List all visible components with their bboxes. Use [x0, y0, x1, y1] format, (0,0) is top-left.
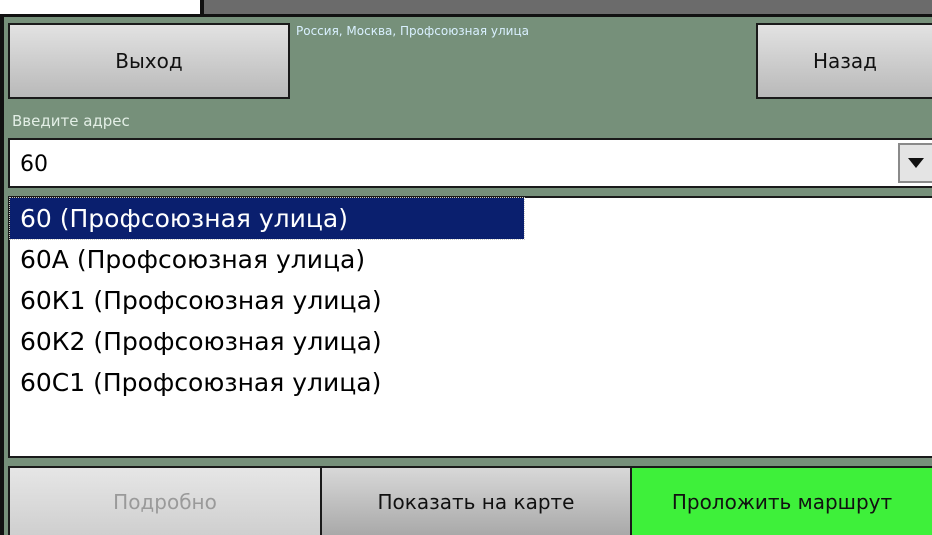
chevron-down-icon	[908, 158, 924, 168]
build-route-button[interactable]: Проложить маршрут	[630, 466, 932, 535]
list-item[interactable]: 60К1 (Профсоюзная улица)	[10, 280, 932, 321]
list-item[interactable]: 60С1 (Профсоюзная улица)	[10, 362, 932, 403]
current-location: Россия, Москва, Профсоюзная улица	[296, 24, 530, 38]
address-label: Введите адрес	[12, 112, 130, 130]
address-results-list[interactable]: 60 (Профсоюзная улица) 60А (Профсоюзная …	[8, 196, 932, 458]
list-item-selected[interactable]: 60 (Профсоюзная улица)	[9, 197, 525, 240]
address-input-value[interactable]: 60	[20, 152, 48, 177]
list-item[interactable]: 60А (Профсоюзная улица)	[10, 239, 932, 280]
list-item[interactable]: 60К2 (Профсоюзная улица)	[10, 321, 932, 362]
details-button[interactable]: Подробно	[8, 466, 322, 535]
address-combobox[interactable]: 60	[8, 138, 932, 188]
back-button[interactable]: Назад	[756, 23, 932, 99]
exit-button[interactable]: Выход	[8, 23, 290, 99]
dropdown-arrow-button[interactable]	[898, 143, 932, 183]
show-on-map-button[interactable]: Показать на карте	[320, 466, 632, 535]
